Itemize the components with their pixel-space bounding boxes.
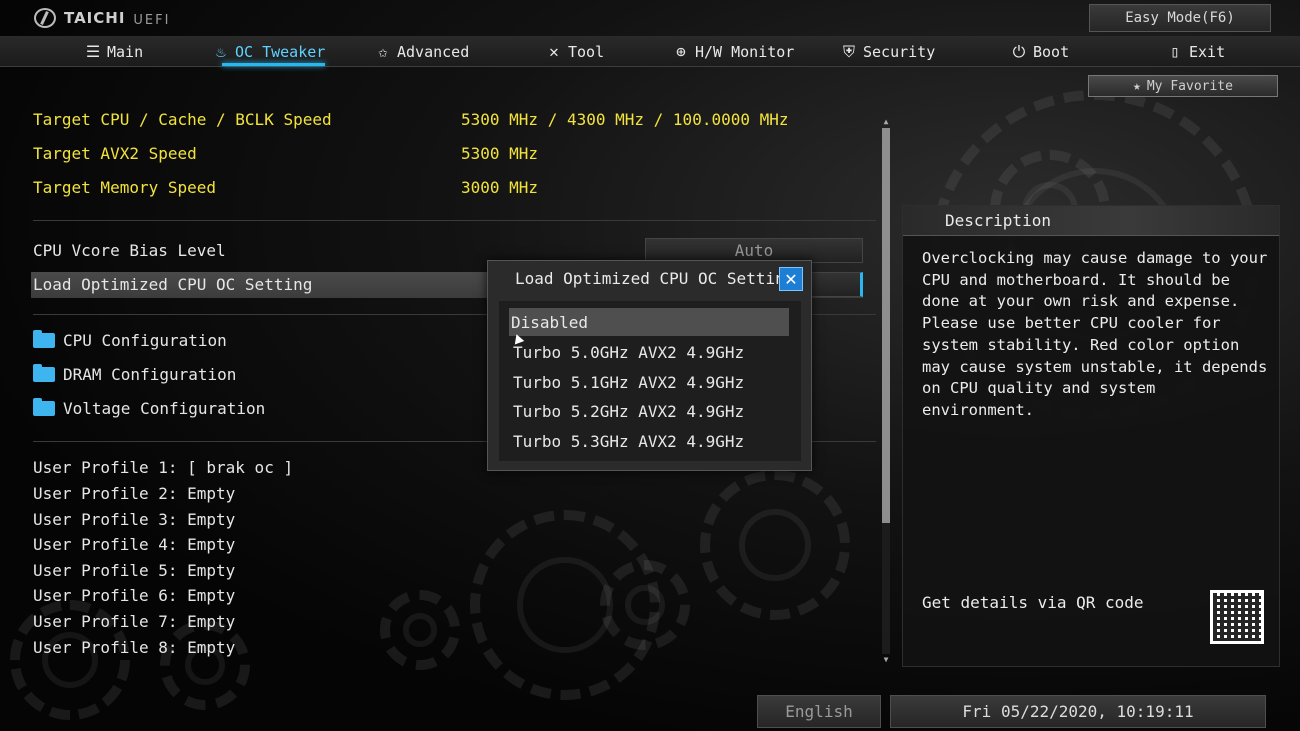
tab-label: Security xyxy=(863,42,936,61)
submenu-label: DRAM Configuration xyxy=(63,365,237,384)
tab-label: Main xyxy=(107,42,144,61)
tab-security[interactable]: ⛨ Security xyxy=(840,36,935,67)
favorite-label: My Favorite xyxy=(1146,78,1233,94)
folder-icon xyxy=(33,364,55,382)
description-panel: Description Overclocking may cause damag… xyxy=(902,205,1280,667)
option-turbo-5-0[interactable]: Turbo 5.0GHz AVX2 4.9GHz xyxy=(511,338,791,366)
datetime-display[interactable]: Fri 05/22/2020, 10:19:11 xyxy=(890,695,1266,728)
tab-label: Advanced xyxy=(397,42,470,61)
user-profile-3[interactable]: User Profile 3: Empty xyxy=(33,510,235,529)
submenu-dram-configuration[interactable]: DRAM Configuration xyxy=(33,364,237,384)
brand-logo: TAICHI UEFI xyxy=(34,8,170,28)
scrollbar-thumb[interactable] xyxy=(882,128,890,523)
main-nav: ☰ Main ♨ OC Tweaker ✩ Advanced ✕ Tool ⊕ … xyxy=(0,36,1300,67)
tab-label: Exit xyxy=(1189,42,1226,61)
flame-icon: ♨ xyxy=(216,42,226,61)
description-title: Description xyxy=(945,211,1051,230)
tools-icon: ✕ xyxy=(549,42,559,61)
option-disabled[interactable]: Disabled xyxy=(509,308,789,336)
user-profile-6[interactable]: User Profile 6: Empty xyxy=(33,586,235,605)
power-icon: ⏻ xyxy=(1012,41,1026,61)
folder-icon xyxy=(33,330,55,348)
scroll-down-arrow-icon[interactable]: ▼ xyxy=(881,655,891,665)
top-bar: TAICHI UEFI Easy Mode(F6) xyxy=(0,0,1300,36)
target-avx2-value: 5300 MHz xyxy=(461,144,539,163)
close-icon[interactable]: ✕ xyxy=(779,267,803,291)
gear-decoration-icon xyxy=(700,470,850,620)
crosshair-icon: ⊕ xyxy=(676,42,686,61)
description-header: Description xyxy=(903,206,1279,236)
submenu-label: CPU Configuration xyxy=(63,331,227,350)
target-memory-label: Target Memory Speed xyxy=(33,178,217,197)
user-profile-1[interactable]: User Profile 1: [ brak oc ] xyxy=(33,458,293,477)
target-avx2-label: Target AVX2 Speed xyxy=(33,144,197,163)
submenu-cpu-configuration[interactable]: CPU Configuration xyxy=(33,330,227,350)
tab-label: H/W Monitor xyxy=(695,42,795,61)
brand-sub: UEFI xyxy=(133,12,171,28)
option-popup: Load Optimized CPU OC Setting ✕ Disabled… xyxy=(487,260,812,471)
tab-label: Boot xyxy=(1033,42,1070,61)
popup-option-list: Disabled Turbo 5.0GHz AVX2 4.9GHz Turbo … xyxy=(499,301,801,461)
tab-oc-tweaker[interactable]: ♨ OC Tweaker xyxy=(212,36,326,67)
user-profile-8[interactable]: User Profile 8: Empty xyxy=(33,638,235,657)
scroll-up-arrow-icon[interactable]: ▲ xyxy=(881,117,891,127)
my-favorite-button[interactable]: ★ My Favorite xyxy=(1088,75,1278,97)
folder-icon xyxy=(33,398,55,416)
gear-decoration-icon xyxy=(380,590,460,670)
shield-icon: ⛨ xyxy=(842,41,855,61)
exit-door-icon: ▯ xyxy=(1170,42,1180,61)
qr-code-icon xyxy=(1210,590,1264,644)
option-turbo-5-2[interactable]: Turbo 5.2GHz AVX2 4.9GHz xyxy=(511,397,791,425)
star-icon: ✩ xyxy=(378,42,388,61)
brand-name: TAICHI xyxy=(64,9,126,27)
language-button[interactable]: English xyxy=(757,695,881,728)
tab-label: OC Tweaker xyxy=(235,42,326,61)
target-cpu-label: Target CPU / Cache / BCLK Speed xyxy=(33,110,332,129)
submenu-label: Voltage Configuration xyxy=(63,399,266,418)
tab-label: Tool xyxy=(568,42,605,61)
user-profile-7[interactable]: User Profile 7: Empty xyxy=(33,612,235,631)
taichi-logo-icon xyxy=(34,8,56,28)
tab-boot[interactable]: ⏻ Boot xyxy=(1010,36,1069,67)
user-profile-2[interactable]: User Profile 2: Empty xyxy=(33,484,235,503)
user-profile-5[interactable]: User Profile 5: Empty xyxy=(33,561,235,580)
divider xyxy=(33,220,876,221)
tab-main[interactable]: ☰ Main xyxy=(84,36,143,67)
option-turbo-5-1[interactable]: Turbo 5.1GHz AVX2 4.9GHz xyxy=(511,368,791,396)
load-optimized-cpu-oc-label[interactable]: Load Optimized CPU OC Setting xyxy=(33,275,312,294)
cpu-vcore-bias-level-label[interactable]: CPU Vcore Bias Level xyxy=(33,241,226,260)
tab-hw-monitor[interactable]: ⊕ H/W Monitor xyxy=(672,36,794,67)
easy-mode-button[interactable]: Easy Mode(F6) xyxy=(1089,4,1271,32)
description-text: Overclocking may cause damage to your CP… xyxy=(922,249,1268,419)
bios-screen: TAICHI UEFI Easy Mode(F6) ☰ Main ♨ OC Tw… xyxy=(0,0,1300,731)
tab-exit[interactable]: ▯ Exit xyxy=(1166,36,1225,67)
submenu-voltage-configuration[interactable]: Voltage Configuration xyxy=(33,398,266,418)
qr-label: Get details via QR code xyxy=(922,593,1144,612)
tab-advanced[interactable]: ✩ Advanced xyxy=(374,36,469,67)
star-icon: ★ xyxy=(1133,78,1141,94)
popup-title: Load Optimized CPU OC Setting xyxy=(515,269,795,288)
gear-decoration-icon xyxy=(160,620,250,710)
user-profile-4[interactable]: User Profile 4: Empty xyxy=(33,535,235,554)
target-memory-value: 3000 MHz xyxy=(461,178,539,197)
list-icon: ☰ xyxy=(85,42,101,61)
tab-tool[interactable]: ✕ Tool xyxy=(545,36,604,67)
gear-decoration-icon xyxy=(600,560,690,650)
target-cpu-value: 5300 MHz / 4300 MHz / 100.0000 MHz xyxy=(461,110,789,129)
option-turbo-5-3[interactable]: Turbo 5.3GHz AVX2 4.9GHz xyxy=(511,427,791,455)
